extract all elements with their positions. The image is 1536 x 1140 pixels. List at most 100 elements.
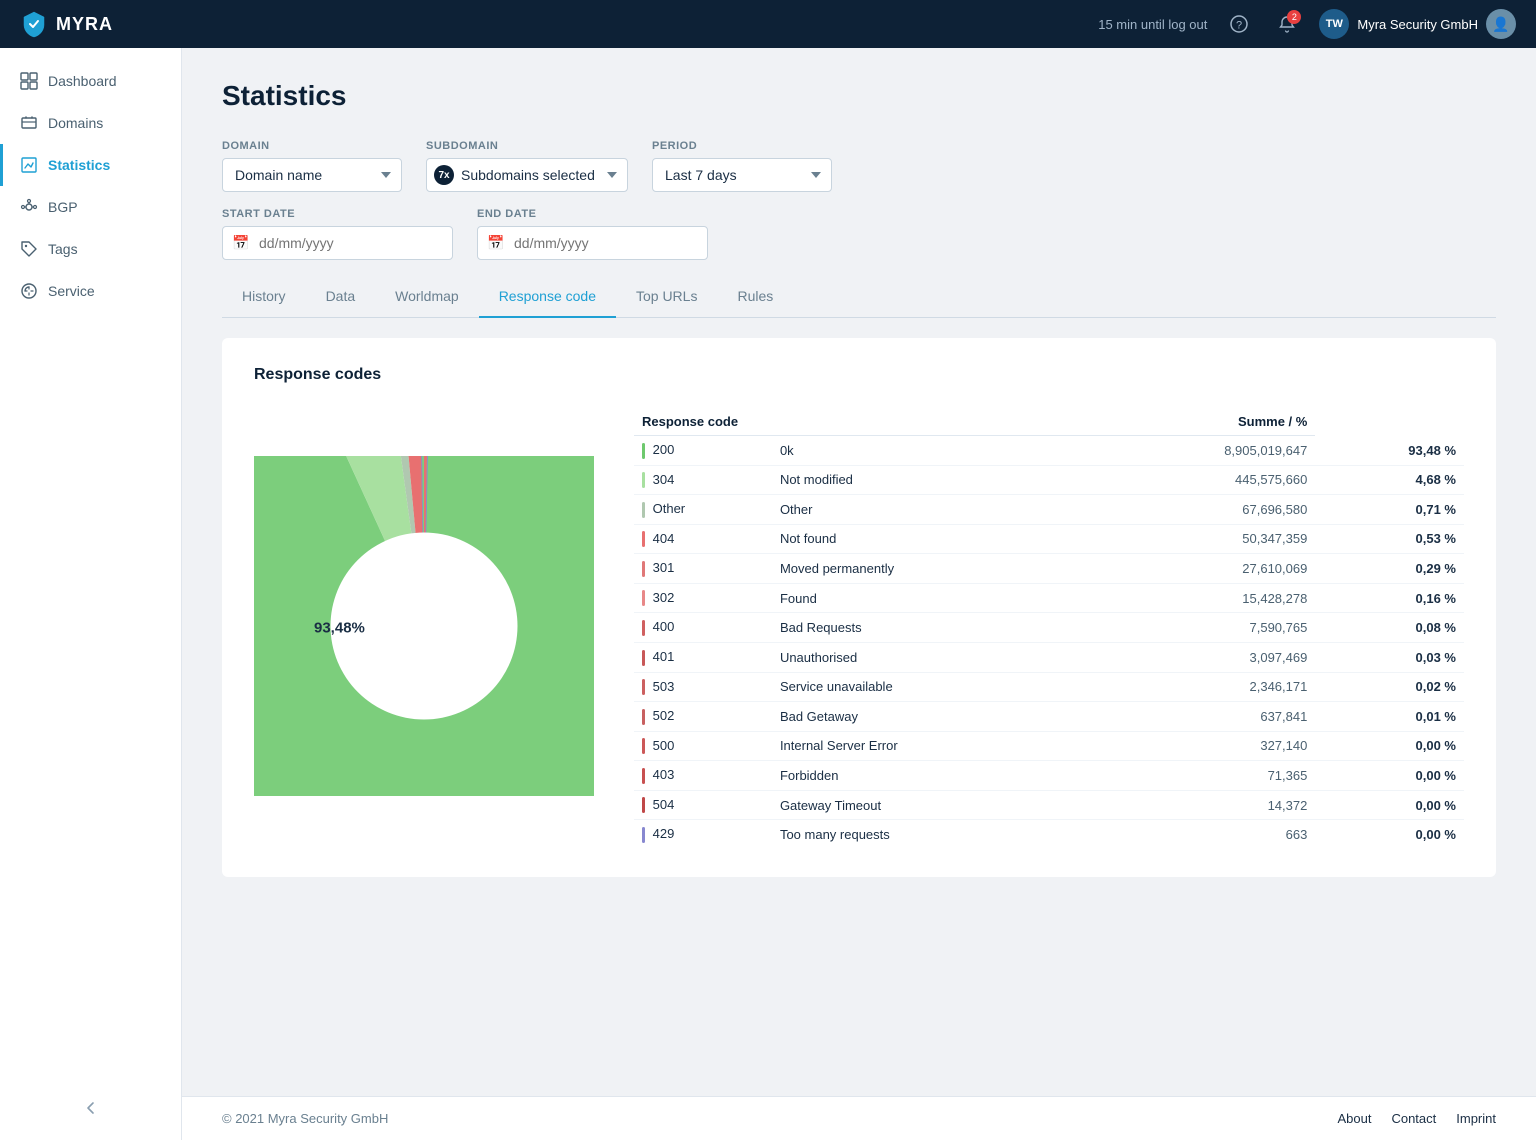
table-row: 400 Bad Requests 7,590,765 0,08 % xyxy=(634,613,1464,643)
row-color-bar xyxy=(642,561,645,577)
tab-history[interactable]: History xyxy=(222,276,306,318)
start-date-wrapper: 📅 xyxy=(222,226,453,260)
row-code: Other xyxy=(634,495,772,525)
question-icon: ? xyxy=(1230,15,1248,33)
row-code: 200 xyxy=(634,436,772,466)
row-count: 3,097,469 xyxy=(1084,642,1315,672)
copyright: © 2021 Myra Security GmbH xyxy=(222,1111,388,1126)
period-label: PERIOD xyxy=(652,140,832,152)
row-code: 429 xyxy=(634,820,772,849)
footer-imprint-link[interactable]: Imprint xyxy=(1456,1111,1496,1126)
row-pct: 0,03 % xyxy=(1315,642,1464,672)
row-label: Service unavailable xyxy=(772,672,1084,702)
page-title: Statistics xyxy=(222,80,1496,112)
card-title: Response codes xyxy=(254,366,1464,384)
table-row: 503 Service unavailable 2,346,171 0,02 % xyxy=(634,672,1464,702)
subdomain-select[interactable]: Subdomains selected xyxy=(426,158,628,192)
row-label: Internal Server Error xyxy=(772,731,1084,761)
sidebar-item-statistics-label: Statistics xyxy=(48,157,110,173)
tab-worldmap[interactable]: Worldmap xyxy=(375,276,479,318)
pie-chart-container: 93,48% xyxy=(254,456,594,801)
table-row: 429 Too many requests 663 0,00 % xyxy=(634,820,1464,849)
table-row: 200 0k 8,905,019,647 93,48 % xyxy=(634,436,1464,466)
row-count: 663 xyxy=(1084,820,1315,849)
layout: Dashboard Domains Statistics xyxy=(0,48,1536,1140)
row-code: 403 xyxy=(634,761,772,791)
sidebar-item-bgp-label: BGP xyxy=(48,199,78,215)
row-label: 0k xyxy=(772,436,1084,466)
sidebar-item-bgp[interactable]: BGP xyxy=(0,186,181,228)
logo-text: MYRA xyxy=(56,14,113,35)
user-initials-avatar: TW xyxy=(1319,9,1349,39)
row-count: 15,428,278 xyxy=(1084,583,1315,613)
tab-rules[interactable]: Rules xyxy=(717,276,793,318)
row-count: 50,347,359 xyxy=(1084,524,1315,554)
row-color-bar xyxy=(642,590,645,606)
sidebar-collapse-button[interactable] xyxy=(0,1088,181,1128)
row-count: 637,841 xyxy=(1084,702,1315,732)
user-photo-avatar: 👤 xyxy=(1486,9,1516,39)
row-color-bar xyxy=(642,472,645,488)
row-count: 14,372 xyxy=(1084,790,1315,820)
footer-about-link[interactable]: About xyxy=(1337,1111,1371,1126)
row-color-bar xyxy=(642,709,645,725)
help-button[interactable]: ? xyxy=(1223,8,1255,40)
row-pct: 4,68 % xyxy=(1315,465,1464,495)
row-color-bar xyxy=(642,650,645,666)
row-label: Too many requests xyxy=(772,820,1084,849)
table-row: 401 Unauthorised 3,097,469 0,03 % xyxy=(634,642,1464,672)
row-color-bar xyxy=(642,502,645,518)
table-row: 500 Internal Server Error 327,140 0,00 % xyxy=(634,731,1464,761)
row-color-bar xyxy=(642,768,645,784)
notifications-button[interactable]: 2 xyxy=(1271,8,1303,40)
user-area: TW Myra Security GmbH 👤 xyxy=(1319,9,1516,39)
start-date-input[interactable] xyxy=(222,226,453,260)
footer-contact-link[interactable]: Contact xyxy=(1391,1111,1436,1126)
sidebar: Dashboard Domains Statistics xyxy=(0,48,182,1140)
tab-response-code[interactable]: Response code xyxy=(479,276,616,318)
sidebar-item-dashboard[interactable]: Dashboard xyxy=(0,60,181,102)
row-code: 401 xyxy=(634,642,772,672)
row-color-bar xyxy=(642,797,645,813)
row-count: 2,346,171 xyxy=(1084,672,1315,702)
row-code: 304 xyxy=(634,465,772,495)
row-pct: 0,53 % xyxy=(1315,524,1464,554)
row-pct: 0,16 % xyxy=(1315,583,1464,613)
table-row: 301 Moved permanently 27,610,069 0,29 % xyxy=(634,554,1464,584)
tab-top-urls[interactable]: Top URLs xyxy=(616,276,717,318)
row-label: Forbidden xyxy=(772,761,1084,791)
row-label: Not modified xyxy=(772,465,1084,495)
logout-text: 15 min until log out xyxy=(1098,17,1207,32)
subdomain-count-badge: 7x xyxy=(434,165,454,185)
tab-data[interactable]: Data xyxy=(306,276,376,318)
row-pct: 0,02 % xyxy=(1315,672,1464,702)
table-row: 404 Not found 50,347,359 0,53 % xyxy=(634,524,1464,554)
chart-area: 93,48% Response code Summe / % xyxy=(254,408,1464,849)
sidebar-item-tags[interactable]: Tags xyxy=(0,228,181,270)
row-color-bar xyxy=(642,531,645,547)
end-date-input[interactable] xyxy=(477,226,708,260)
domain-select[interactable]: Domain name xyxy=(222,158,402,192)
subdomain-filter-group: SUBDOMAIN 7x Subdomains selected xyxy=(426,140,628,192)
chevron-left-icon xyxy=(83,1100,99,1116)
domains-icon xyxy=(20,114,38,132)
sidebar-item-statistics[interactable]: Statistics xyxy=(0,144,181,186)
row-pct: 0,01 % xyxy=(1315,702,1464,732)
sidebar-item-domains[interactable]: Domains xyxy=(0,102,181,144)
period-filter-group: PERIOD Last 7 days xyxy=(652,140,832,192)
bgp-icon xyxy=(20,198,38,216)
row-pct: 0,08 % xyxy=(1315,613,1464,643)
pie-center-label: 93,48% xyxy=(314,620,365,637)
table-row: 304 Not modified 445,575,660 4,68 % xyxy=(634,465,1464,495)
sidebar-item-service[interactable]: Service xyxy=(0,270,181,312)
col-sum-header: Summe / % xyxy=(1084,408,1315,436)
row-pct: 0,71 % xyxy=(1315,495,1464,525)
row-label: Other xyxy=(772,495,1084,525)
subdomain-label: SUBDOMAIN xyxy=(426,140,628,152)
response-codes-card: Response codes xyxy=(222,338,1496,877)
start-date-group: START DATE 📅 xyxy=(222,208,453,260)
row-code: 502 xyxy=(634,702,772,732)
domain-filter-group: DOMAIN Domain name xyxy=(222,140,402,192)
row-pct: 0,00 % xyxy=(1315,790,1464,820)
period-select[interactable]: Last 7 days xyxy=(652,158,832,192)
